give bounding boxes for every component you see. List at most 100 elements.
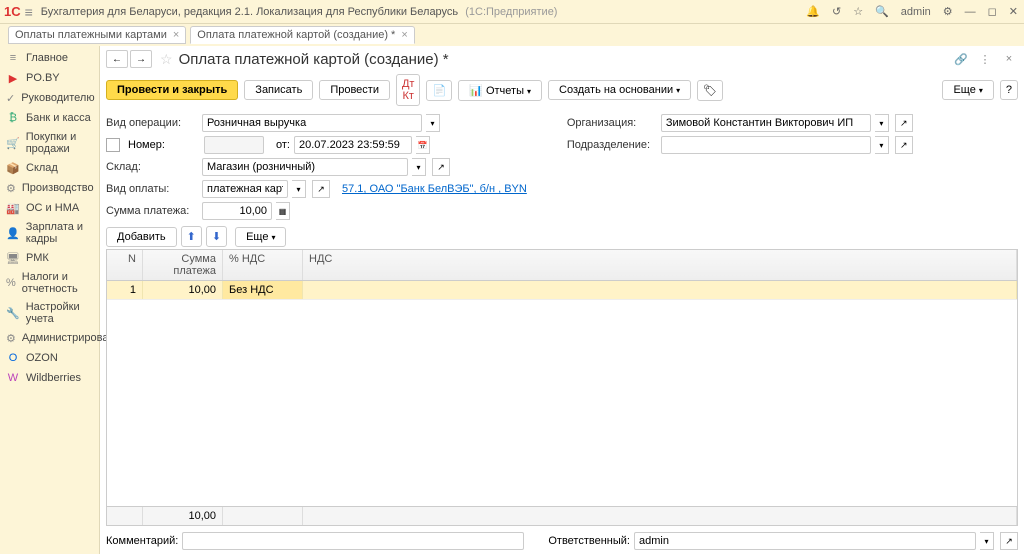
org-input[interactable]: [661, 114, 871, 132]
history-icon[interactable]: ↺: [830, 3, 843, 20]
open-icon[interactable]: ↗: [895, 114, 913, 132]
move-up-button[interactable]: ⬆: [181, 226, 202, 247]
pay-type-input[interactable]: [202, 180, 288, 198]
dropdown-icon[interactable]: ▾: [412, 158, 426, 176]
sidebar-item[interactable]: 🔧 Настройки учета: [0, 298, 99, 328]
nav-label: OZON: [26, 352, 58, 364]
tab-bar: Оплаты платежными картами× Оплата платеж…: [0, 24, 1024, 46]
help-button[interactable]: ?: [1000, 80, 1018, 100]
nav-icon: ⚙: [6, 331, 16, 345]
dropdown-icon[interactable]: ▾: [875, 114, 889, 132]
dropdown-icon[interactable]: ▾: [426, 114, 440, 132]
settings-icon[interactable]: ⚙: [941, 3, 955, 20]
table-more-button[interactable]: Еще▾: [235, 227, 286, 247]
nav-label: Руководителю: [21, 92, 94, 104]
close-window-icon[interactable]: ✕: [1007, 3, 1020, 20]
add-button[interactable]: Добавить: [106, 227, 177, 247]
calendar-icon[interactable]: 📅: [416, 136, 430, 154]
payments-table: N Сумма платежа % НДС НДС 110,00Без НДС …: [106, 249, 1018, 526]
link-icon[interactable]: 🔗: [952, 50, 970, 68]
sidebar-item[interactable]: ⚙Производство: [0, 178, 99, 198]
nav-label: PO.BY: [26, 72, 60, 84]
forward-button[interactable]: →: [130, 50, 152, 68]
nav-label: РМК: [26, 252, 49, 264]
footer-sum: 10,00: [143, 507, 223, 525]
sidebar-item[interactable]: WWildberries: [0, 368, 99, 388]
sidebar-item[interactable]: ₿ Банк и касса: [0, 108, 99, 128]
nav-label: Склад: [26, 162, 58, 174]
minimize-icon[interactable]: —: [963, 4, 978, 20]
bell-icon[interactable]: 🔔: [804, 3, 822, 20]
table-row[interactable]: 110,00Без НДС: [107, 281, 1017, 300]
col-n[interactable]: N: [107, 250, 143, 280]
sidebar-item[interactable]: 🛒 Покупки и продажи: [0, 128, 99, 158]
nav-label: Настройки учета: [26, 301, 93, 325]
sidebar-item[interactable]: ⚙Администрирование: [0, 328, 99, 348]
amount-input[interactable]: [202, 202, 272, 220]
number-checkbox[interactable]: [106, 138, 120, 152]
sidebar-item[interactable]: ▶PO.BY: [0, 68, 99, 88]
nav-label: Производство: [22, 182, 94, 194]
warehouse-input[interactable]: [202, 158, 408, 176]
nav-icon: 📦: [6, 161, 20, 175]
user-label[interactable]: admin: [899, 4, 933, 20]
sidebar-item[interactable]: ✓Руководителю: [0, 88, 99, 108]
bank-link[interactable]: 57.1, ОАО "Банк БелВЭБ", б/н , BYN: [342, 183, 527, 195]
open-icon[interactable]: ↗: [895, 136, 913, 154]
comment-input[interactable]: [182, 532, 524, 550]
open-icon[interactable]: ↗: [1000, 532, 1018, 550]
page-title: Оплата платежной картой (создание) *: [179, 51, 952, 68]
print-button[interactable]: 📄: [426, 80, 452, 101]
create-based-button[interactable]: Создать на основании▾: [548, 80, 691, 100]
more-icon[interactable]: ⋮: [976, 50, 994, 68]
nav-label: Покупки и продажи: [26, 131, 93, 155]
move-down-button[interactable]: ⬇: [206, 226, 227, 247]
nav-icon: ≡: [6, 51, 20, 65]
favorite-icon[interactable]: ☆: [851, 3, 865, 20]
maximize-icon[interactable]: ◻: [986, 3, 999, 20]
close-page-icon[interactable]: ×: [1000, 50, 1018, 68]
post-button[interactable]: Провести: [319, 80, 390, 100]
dropdown-icon[interactable]: ▾: [875, 136, 889, 154]
structure-button[interactable]: 🏷: [697, 80, 723, 101]
close-icon[interactable]: ×: [401, 29, 407, 41]
resp-input[interactable]: [634, 532, 976, 550]
nav-icon: 🔧: [6, 306, 20, 320]
tab-payment-create[interactable]: Оплата платежной картой (создание) *×: [190, 26, 414, 44]
col-vat[interactable]: % НДС: [223, 250, 303, 280]
post-and-close-button[interactable]: Провести и закрыть: [106, 80, 238, 100]
pay-type-label: Вид оплаты:: [106, 183, 198, 195]
dept-input[interactable]: [661, 136, 871, 154]
number-input[interactable]: [204, 136, 264, 154]
sidebar-item[interactable]: 🖥РМК: [0, 248, 99, 268]
op-type-label: Вид операции:: [106, 117, 198, 129]
sidebar-item[interactable]: %Налоги и отчетность: [0, 268, 99, 298]
col-sum[interactable]: Сумма платежа: [143, 250, 223, 280]
calc-icon[interactable]: ▦: [276, 202, 290, 220]
op-type-input[interactable]: [202, 114, 422, 132]
sidebar-item[interactable]: OOZON: [0, 348, 99, 368]
nav-icon: 🛒: [6, 136, 20, 150]
dropdown-icon[interactable]: ▾: [292, 180, 306, 198]
write-button[interactable]: Записать: [244, 80, 313, 100]
sidebar-item[interactable]: 👤Зарплата и кадры: [0, 218, 99, 248]
nav-label: Банк и касса: [26, 112, 91, 124]
col-vatv[interactable]: НДС: [303, 250, 1017, 280]
tab-payments-list[interactable]: Оплаты платежными картами×: [8, 26, 186, 44]
open-icon[interactable]: ↗: [312, 180, 330, 198]
open-icon[interactable]: ↗: [432, 158, 450, 176]
search-icon[interactable]: 🔍: [873, 3, 891, 20]
dropdown-icon[interactable]: ▾: [980, 532, 994, 550]
nav-icon: ₿: [6, 111, 20, 125]
reports-button[interactable]: 📊 Отчеты▾: [458, 80, 542, 101]
more-button[interactable]: Еще▾: [942, 80, 993, 100]
dtkt-button[interactable]: ДтКт: [396, 74, 421, 106]
sidebar-item[interactable]: 📦 Склад: [0, 158, 99, 178]
star-icon[interactable]: ☆: [160, 51, 173, 68]
date-input[interactable]: [294, 136, 412, 154]
back-button[interactable]: ←: [106, 50, 128, 68]
sidebar-item[interactable]: ≡Главное: [0, 48, 99, 68]
sidebar-item[interactable]: 🏭ОС и НМА: [0, 198, 99, 218]
main-menu-icon[interactable]: ≡: [25, 4, 33, 20]
close-icon[interactable]: ×: [173, 29, 179, 41]
